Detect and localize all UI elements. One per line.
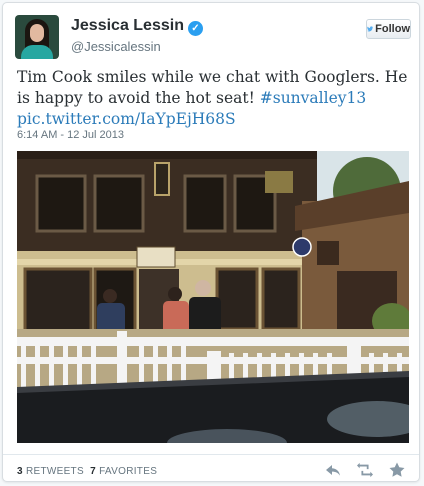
tweet-text: Tim Cook smiles while we chat with Googl… — [17, 67, 409, 130]
retweet-icon[interactable] — [357, 462, 373, 478]
tweet-actions — [325, 462, 405, 478]
photo-link[interactable]: pic.twitter.com/IaYpEjH68S — [17, 110, 236, 128]
favorite-icon[interactable] — [389, 462, 405, 478]
author-block[interactable]: Jessica Lessin ✓ @Jessicalessin — [71, 17, 203, 54]
retweet-label[interactable]: RETWEETS — [26, 466, 84, 477]
hashtag-link[interactable]: #sunvalley13 — [260, 89, 366, 107]
reply-icon[interactable] — [325, 462, 341, 478]
footer-divider — [3, 454, 419, 455]
favorite-label[interactable]: FAVORITES — [99, 466, 157, 477]
photo-illustration — [17, 151, 409, 443]
tweet-timestamp[interactable]: 6:14 AM - 12 Jul 2013 — [17, 129, 124, 141]
favorite-count[interactable]: 7 — [90, 466, 96, 477]
tweet-header: Jessica Lessin ✓ @Jessicalessin Follow — [15, 15, 411, 63]
retweet-count[interactable]: 3 — [17, 466, 23, 477]
verified-badge-icon: ✓ — [187, 21, 203, 36]
follow-button[interactable]: Follow — [366, 19, 411, 39]
tweet-card: Jessica Lessin ✓ @Jessicalessin Follow Ti… — [2, 2, 420, 482]
twitter-bird-icon — [367, 26, 374, 32]
tweet-photo[interactable] — [17, 151, 409, 443]
author-handle[interactable]: @Jessicalessin — [71, 39, 203, 54]
author-name[interactable]: Jessica Lessin — [71, 17, 184, 34]
follow-label: Follow — [375, 23, 410, 35]
avatar[interactable] — [15, 15, 59, 59]
tweet-stats: 3 RETWEETS 7 FAVORITES — [17, 466, 157, 477]
